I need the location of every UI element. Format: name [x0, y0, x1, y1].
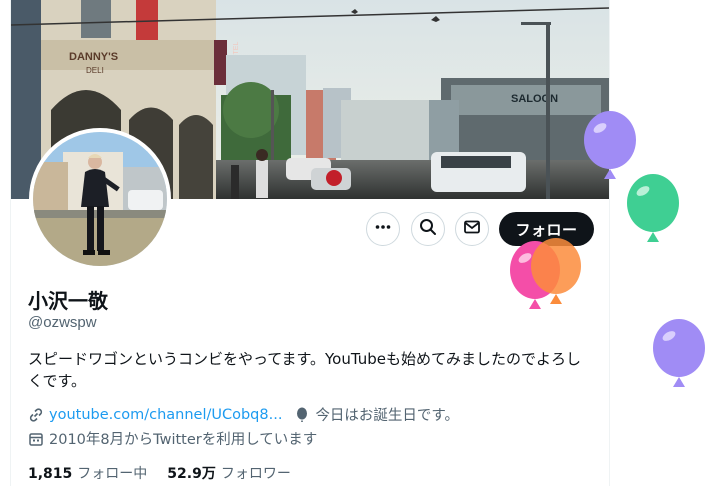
website-link[interactable]: youtube.com/channel/UCobq8... — [49, 407, 282, 423]
mail-icon — [463, 218, 481, 241]
search-icon — [419, 218, 437, 241]
profile-bio: スピードワゴンというコンビをやってます。YouTubeも始めてみましたのでよろし… — [28, 348, 588, 392]
bio-line: スピードワゴンというコンビをやってます。YouTubeも始めてみましたのでよろし — [28, 350, 581, 368]
profile-meta-row: youtube.com/channel/UCobq8... 今日はお誕生日です。 — [28, 404, 459, 425]
birthday-text: 今日はお誕生日です。 — [315, 408, 459, 424]
display-name: 小沢一敬 — [28, 289, 108, 313]
purple-balloon-icon — [653, 319, 705, 387]
link-icon — [28, 407, 44, 423]
follow-stats: 1,815 フォロー中 52.9万 フォロワー — [28, 463, 291, 483]
banner-sign-saloon: SALOON — [511, 93, 558, 105]
user-handle: @ozwspw — [28, 314, 97, 331]
bio-line: くです。 — [28, 372, 87, 390]
message-button[interactable] — [455, 212, 489, 246]
following-count: 1,815 — [28, 466, 73, 482]
profile-avatar[interactable] — [29, 128, 171, 270]
following-stat[interactable]: 1,815 フォロー中 — [28, 463, 147, 483]
banner-sign-deli: DELI — [86, 66, 104, 75]
orange-balloon-icon — [531, 238, 581, 304]
banner-sign-dannys: DANNY'S — [69, 51, 118, 63]
calendar-icon — [28, 431, 44, 447]
profile-joined-row: 2010年8月からTwitterを利用しています — [28, 428, 317, 449]
green-balloon-icon — [627, 174, 679, 242]
followers-count: 52.9万 — [167, 466, 216, 482]
followers-label: フォロワー — [220, 466, 291, 482]
followers-stat[interactable]: 52.9万 フォロワー — [167, 463, 291, 483]
search-button[interactable] — [411, 212, 445, 246]
balloon-birthday-icon — [294, 407, 310, 423]
following-label: フォロー中 — [77, 466, 148, 482]
more-options-button[interactable] — [366, 212, 400, 246]
joined-date: 2010年8月からTwitterを利用しています — [49, 432, 318, 448]
more-icon — [374, 218, 392, 241]
